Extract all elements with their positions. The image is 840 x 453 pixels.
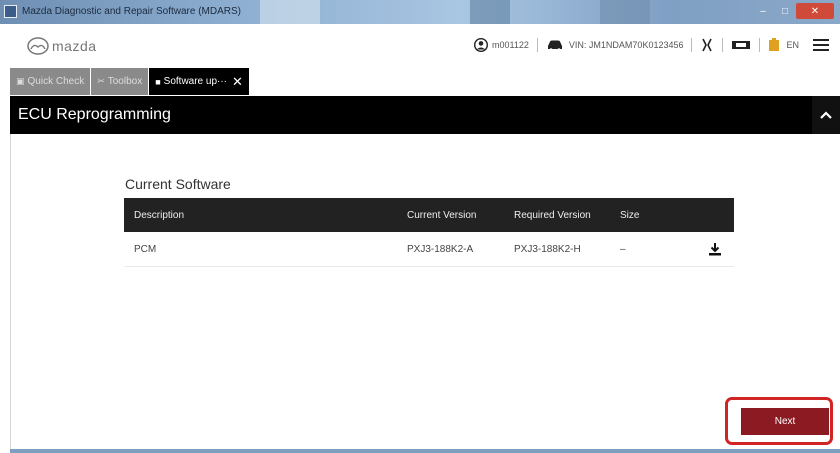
chip-icon: ■ (155, 76, 161, 87)
column-header: Current Version (407, 209, 477, 221)
collapse-button[interactable] (812, 96, 840, 134)
tab-toolbox[interactable]: ✂ Toolbox (91, 68, 150, 95)
download-icon (709, 243, 721, 256)
battery-icon (769, 38, 780, 51)
column-header: Size (620, 209, 640, 221)
mazda-logo: mazda (27, 37, 97, 55)
tab-label: Toolbox (107, 76, 143, 87)
vehicle-icon (547, 40, 562, 51)
current-version-cell: PXJ3-188K2-A (407, 243, 474, 255)
content-panel: Current Software Description Current Ver… (10, 134, 840, 449)
minimize-button[interactable]: – (752, 3, 774, 19)
tab-software-update[interactable]: ■ Software up··· ✕ (149, 68, 250, 95)
vin-text: VIN: JM1NDAM70K0123456 (568, 40, 684, 50)
app-header: mazda m001122 VIN: JM1NDAM70K0123456 EN (0, 24, 840, 68)
window-controls: – □ ✕ (752, 3, 834, 19)
language-selector[interactable]: EN (786, 40, 799, 50)
column-header: Description (134, 209, 185, 221)
current-software-title: Current Software (125, 176, 231, 192)
next-button[interactable]: Next (741, 408, 829, 435)
table-header: Description Current Version Required Ver… (124, 198, 734, 232)
section-title: ECU Reprogramming (18, 106, 171, 123)
connection-icon[interactable] (700, 37, 714, 53)
title-bar-glare (260, 0, 320, 24)
close-button[interactable]: ✕ (796, 3, 834, 19)
app-icon (4, 5, 17, 18)
divider (691, 38, 693, 52)
divider (536, 38, 538, 52)
close-tab-icon[interactable]: ✕ (232, 74, 243, 90)
divider (759, 38, 761, 52)
section-header: ECU Reprogramming (10, 96, 840, 134)
tab-bar: ▣ Quick Check ✂ Toolbox ■ Software up···… (10, 68, 250, 95)
taskbar-edge (10, 449, 840, 453)
download-button[interactable] (696, 242, 734, 256)
tab-label: Software up··· (163, 76, 228, 87)
software-table: Description Current Version Required Ver… (124, 198, 734, 267)
header-info: m001122 VIN: JM1NDAM70K0123456 EN (474, 36, 840, 54)
vci-device-icon[interactable] (731, 39, 751, 51)
size-cell: – (620, 243, 626, 255)
tab-label: Quick Check (27, 76, 85, 87)
column-header: Required Version (514, 209, 591, 221)
chevron-up-icon (820, 111, 832, 119)
divider (722, 38, 724, 52)
user-id: m001122 (492, 40, 529, 50)
title-bar-glare (600, 0, 650, 24)
description-cell: PCM (134, 243, 157, 255)
table-row: PCM PXJ3-188K2-A PXJ3-188K2-H – (124, 232, 734, 267)
window-title-bar: Mazda Diagnostic and Repair Software (MD… (0, 0, 840, 24)
required-version-cell: PXJ3-188K2-H (514, 243, 581, 255)
tab-quick-check[interactable]: ▣ Quick Check (10, 68, 92, 95)
menu-icon[interactable] (813, 39, 829, 51)
logo-wordmark: mazda (52, 38, 97, 54)
user-icon (474, 38, 489, 52)
tools-icon: ✂ (97, 76, 105, 86)
title-bar-glare (470, 0, 510, 24)
window-title: Mazda Diagnostic and Repair Software (MD… (22, 6, 241, 17)
car-icon: ▣ (16, 76, 25, 86)
maximize-button[interactable]: □ (774, 3, 796, 19)
mazda-logo-icon (27, 37, 49, 55)
